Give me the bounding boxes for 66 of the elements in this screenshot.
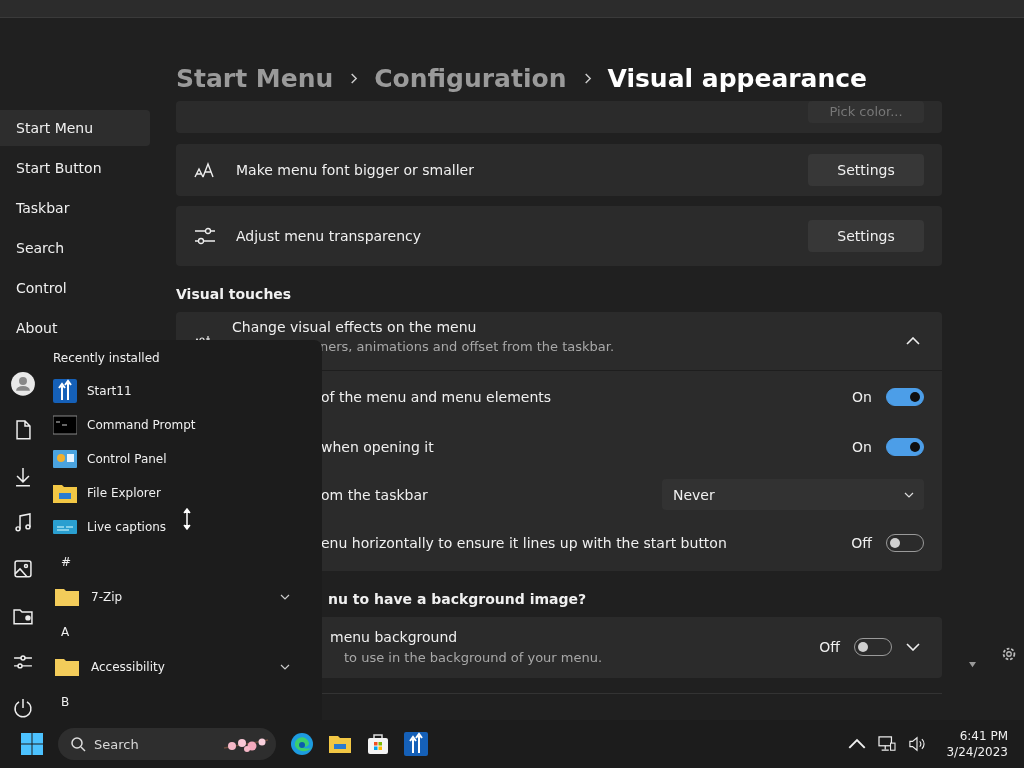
chevron-right-icon [349, 72, 359, 86]
nav-item[interactable]: Start Menu [0, 110, 150, 146]
expand-chevron-icon[interactable] [280, 594, 290, 600]
terminal-icon[interactable] [53, 413, 77, 438]
toggle-switch[interactable] [886, 387, 924, 406]
setting-description: to use in the background of your menu. [343, 650, 604, 666]
toggle-state: Off [819, 639, 840, 656]
app-item[interactable]: Command Prompt [87, 418, 196, 433]
volume-icon[interactable] [908, 736, 927, 752]
app-item[interactable]: Live captions [87, 520, 167, 535]
search-field[interactable]: Search [92, 735, 216, 753]
settings-button[interactable]: Settings [808, 154, 924, 187]
nav-item[interactable]: Start Button [0, 150, 150, 186]
breadcrumb-item: Visual appearance [607, 64, 868, 94]
group-letter[interactable]: A [53, 614, 76, 650]
list-heading: Recently installed [53, 351, 161, 367]
section-heading: Visual touches [176, 284, 293, 304]
group-letter[interactable]: B [53, 684, 76, 720]
clock-time[interactable]: 6:41 PM [959, 729, 1008, 743]
nav-item[interactable]: Taskbar [0, 190, 150, 226]
network-icon[interactable] [878, 736, 897, 752]
toggle-state: On [852, 438, 872, 455]
nav-item[interactable]: Search [0, 230, 150, 266]
search-icon[interactable] [70, 736, 86, 752]
folder-item[interactable]: 7-Zip [91, 590, 270, 604]
app-item[interactable]: Control Panel [87, 452, 167, 467]
setting-label: menu background [330, 629, 459, 646]
group-letter[interactable]: # [53, 544, 78, 581]
toggle-switch[interactable] [886, 437, 924, 456]
app-item[interactable]: File Explorer [87, 486, 161, 501]
setting-label: Make menu font bigger or smaller [236, 162, 475, 179]
expander-title: Change visual effects on the menu [232, 318, 478, 335]
windows-start-icon[interactable] [20, 732, 44, 756]
setting-label: Adjust menu transparency [236, 227, 423, 244]
settings-icon[interactable] [1000, 645, 1018, 663]
breadcrumb-item[interactable]: Start Menu [176, 64, 334, 94]
toggle-state: Off [851, 534, 872, 551]
chevron-down-icon[interactable] [906, 643, 920, 652]
section-heading: nu to have a background image? [328, 589, 587, 609]
nav-item[interactable]: Control [0, 270, 150, 306]
dropdown[interactable]: Never [662, 479, 924, 511]
start11-app-icon[interactable] [404, 732, 428, 756]
option-label: when opening it [321, 438, 435, 455]
store-icon[interactable] [366, 732, 390, 756]
expander-description: ners, animations and offset from the taskbar. [319, 338, 616, 354]
font-size-icon [194, 161, 216, 180]
folder-item[interactable]: Accessibility [91, 660, 270, 674]
sliders-icon [194, 226, 216, 245]
user-avatar-icon[interactable] [10, 372, 35, 396]
resize-cursor-icon [183, 508, 191, 530]
clock-date[interactable]: 3/24/2023 [946, 745, 1008, 759]
option-label: of the menu and menu elements [321, 388, 553, 405]
start11-app-icon[interactable] [53, 379, 77, 404]
settings-button[interactable]: Settings [808, 219, 924, 252]
scroll-down-icon[interactable] [968, 661, 977, 668]
expand-chevron-icon[interactable] [280, 664, 290, 670]
chevron-down-icon [904, 491, 914, 498]
breadcrumb-item[interactable]: Configuration [374, 64, 567, 94]
option-label: om the taskbar [321, 486, 429, 503]
taskbar-search-bar[interactable]: Search [58, 728, 276, 760]
option-label: enu horizontally to ensure it lines up with the start button [321, 534, 728, 551]
app-item[interactable]: Start11 [87, 384, 132, 399]
chevron-up-icon[interactable] [906, 336, 920, 345]
chevron-right-icon [582, 72, 592, 86]
toggle-state: On [852, 388, 872, 405]
browser-icon[interactable] [290, 732, 314, 756]
